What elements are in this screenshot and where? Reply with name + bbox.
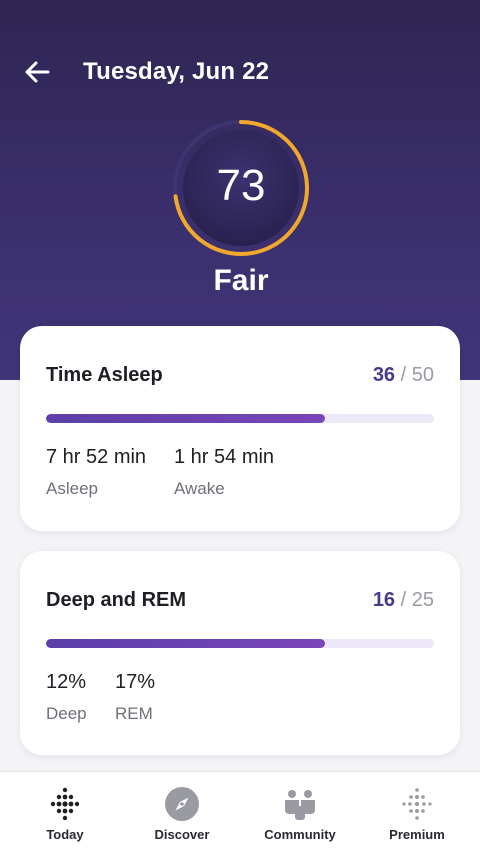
stat-asleep: 7 hr 52 min Asleep — [46, 446, 146, 499]
stat-awake: 1 hr 54 min Awake — [174, 446, 274, 499]
stat-label: Awake — [174, 479, 225, 498]
nav-label: Premium — [389, 827, 445, 842]
sleep-score-value: 73 — [216, 161, 266, 210]
page-title: Tuesday, Jun 22 — [83, 58, 270, 85]
card-score-separator: / — [400, 589, 412, 611]
stat-label: Deep — [46, 704, 87, 723]
nav-label: Discover — [154, 827, 210, 842]
nav-discover[interactable]: Discover — [122, 772, 242, 853]
card-title: Time Asleep — [46, 364, 163, 386]
card-score-separator: / — [400, 364, 412, 386]
progress-bar-fill — [46, 639, 326, 648]
time-asleep-card[interactable]: Time Asleep 36 / 50 7 hr 52 min Asleep 1… — [20, 326, 460, 531]
dots-grid-icon — [50, 787, 80, 821]
nav-label: Today — [46, 827, 84, 842]
deep-rem-card[interactable]: Deep and REM 16 / 25 12% Deep 17% REM — [20, 551, 460, 755]
compass-icon — [165, 787, 199, 821]
card-score: 16 / 25 — [373, 589, 434, 612]
nav-label: Community — [264, 827, 336, 842]
card-title: Deep and REM — [46, 589, 187, 611]
card-score: 36 / 50 — [373, 364, 434, 387]
dots-sparkle-icon — [402, 788, 432, 820]
stat-value: 7 hr 52 min — [46, 446, 147, 468]
stat-value: 1 hr 54 min — [174, 446, 275, 468]
progress-bar — [46, 414, 434, 423]
nav-today[interactable]: Today — [5, 772, 125, 853]
sleep-score-label: Fair — [213, 264, 269, 297]
back-button[interactable] — [22, 58, 52, 86]
header: Tuesday, Jun 22 — [0, 52, 480, 92]
stat-deep: 12% Deep — [46, 671, 87, 724]
card-score-max: 50 — [411, 364, 434, 386]
nav-premium[interactable]: Premium — [357, 772, 477, 853]
stat-value: 17% — [115, 671, 156, 693]
progress-bar — [46, 639, 434, 648]
stat-rem: 17% REM — [115, 671, 155, 724]
stat-value: 12% — [46, 671, 87, 693]
card-score-max: 25 — [411, 589, 434, 611]
card-score-points: 36 — [372, 364, 396, 386]
progress-bar-fill — [46, 414, 326, 423]
bottom-nav: Today Discover Community Premium — [0, 771, 480, 853]
people-icon — [285, 790, 315, 820]
stat-label: REM — [115, 704, 153, 723]
stat-label: Asleep — [46, 479, 98, 498]
arrow-left-icon — [25, 61, 50, 83]
nav-community[interactable]: Community — [240, 772, 360, 853]
card-score-points: 16 — [372, 589, 396, 611]
